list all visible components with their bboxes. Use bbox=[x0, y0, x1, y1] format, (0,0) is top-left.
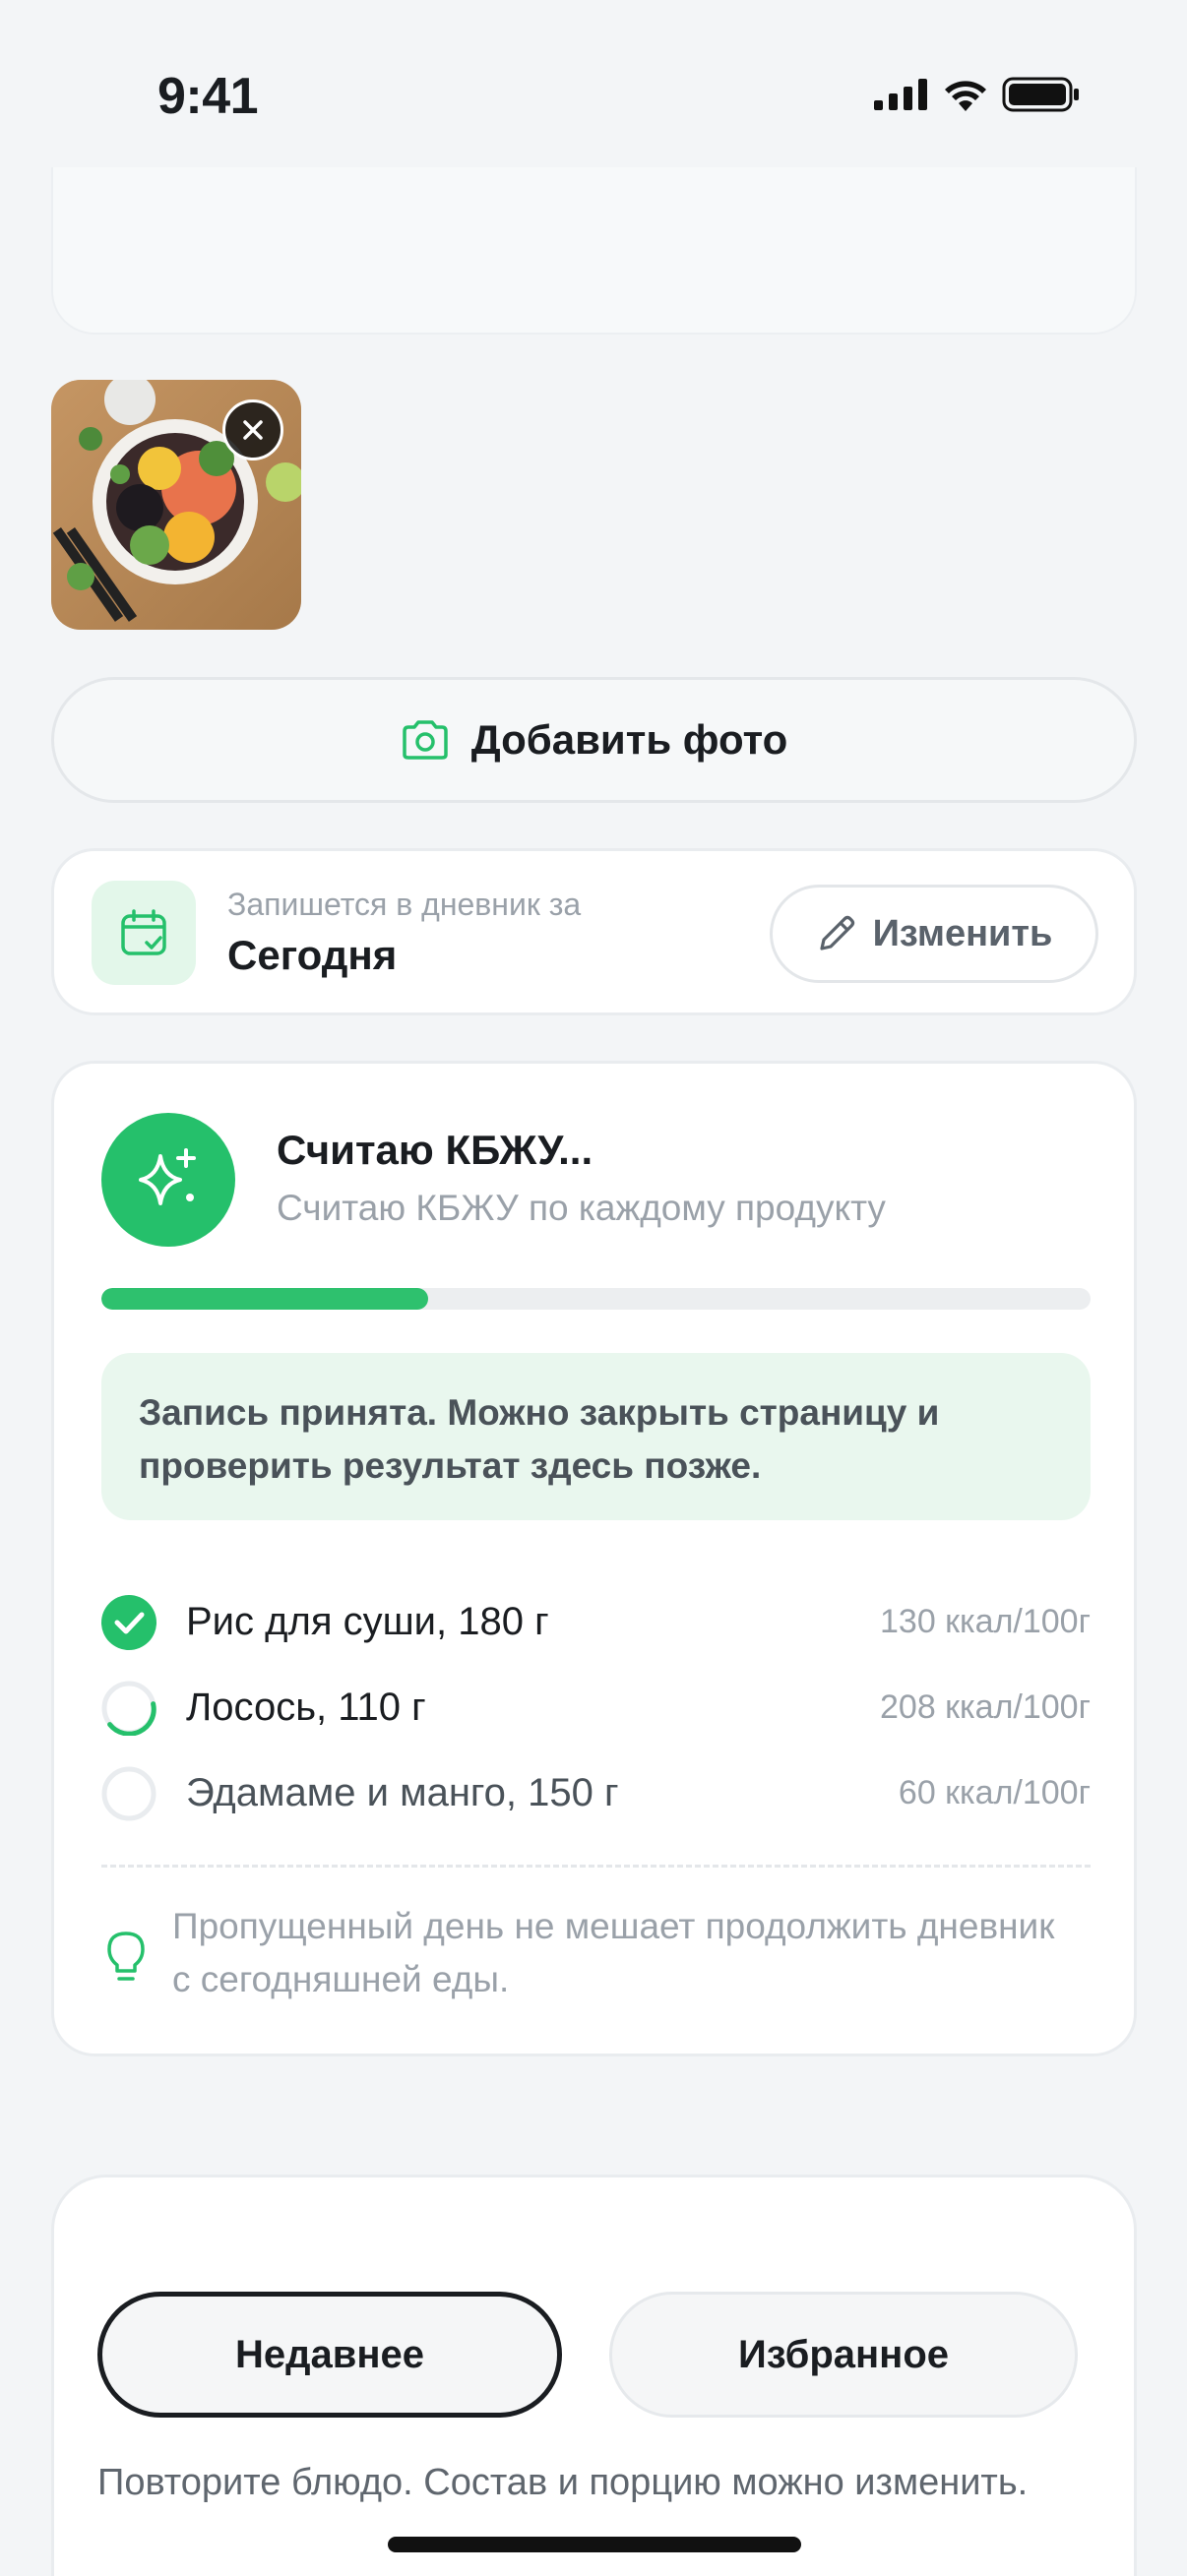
add-photo-button[interactable]: Добавить фото bbox=[51, 677, 1137, 803]
analysis-progress-bar bbox=[101, 1288, 1091, 1310]
status-time: 9:41 bbox=[157, 68, 259, 125]
edit-date-button[interactable]: Изменить bbox=[770, 885, 1098, 983]
ingredient-name: Рис для суши, 180 г bbox=[186, 1600, 549, 1643]
status-icons bbox=[874, 77, 1081, 112]
wifi-icon bbox=[945, 81, 986, 111]
close-icon bbox=[243, 420, 263, 440]
battery-icon bbox=[1002, 77, 1079, 112]
ingredient-name: Лосось, 110 г bbox=[186, 1686, 426, 1729]
repeat-meal-sheet: Недавнее Избранное Повторите блюдо. Сост… bbox=[51, 2175, 1137, 2576]
home-indicator[interactable] bbox=[388, 2537, 801, 2552]
diary-date-card: Запишется в дневник за Сегодня Изменить bbox=[51, 848, 1137, 1015]
edit-date-label: Изменить bbox=[872, 912, 1053, 954]
ingredient-kcal: 60 ккал/100г bbox=[898, 1774, 1091, 1811]
tip-text: Пропущенный день не мешает продолжить дн… bbox=[172, 1906, 1055, 1999]
analysis-title: Считаю КБЖУ... bbox=[277, 1127, 594, 1173]
ingredient-name: Эдамаме и манго, 150 г bbox=[186, 1771, 619, 1814]
check-circle-icon bbox=[101, 1594, 156, 1650]
ingredient-row: Эдамаме и манго, 150 г 60 ккал/100г bbox=[101, 1750, 1091, 1836]
analysis-subtitle: Считаю КБЖУ по каждому продукту bbox=[277, 1188, 886, 1228]
date-caption: Запишется в дневник за bbox=[227, 887, 582, 922]
ingredient-row: Рис для суши, 180 г 130 ккал/100г bbox=[101, 1579, 1091, 1665]
nutrition-analysis-card: Считаю КБЖУ... Считаю КБЖУ по каждому пр… bbox=[51, 1061, 1137, 2056]
tab-favorites[interactable]: Избранное bbox=[609, 2292, 1078, 2418]
tab-recent[interactable]: Недавнее bbox=[97, 2292, 562, 2418]
ingredient-row: Лосось, 110 г 208 ккал/100г bbox=[101, 1665, 1091, 1750]
accepted-notice: Запись принята. Можно закрыть страницу и… bbox=[101, 1353, 1091, 1520]
cellular-signal-icon bbox=[874, 79, 927, 110]
ai-badge bbox=[101, 1113, 235, 1247]
lightbulb-icon bbox=[107, 1932, 145, 1981]
divider bbox=[101, 1865, 1091, 1868]
camera-icon bbox=[402, 720, 448, 760]
ingredient-list: Рис для суши, 180 г 130 ккал/100г Лосось… bbox=[101, 1579, 1091, 1836]
ingredient-kcal: 208 ккал/100г bbox=[880, 1688, 1091, 1726]
pencil-icon bbox=[819, 915, 854, 951]
add-photo-label: Добавить фото bbox=[470, 716, 788, 763]
sparkles-icon bbox=[139, 1148, 196, 1205]
analysis-progress-fill bbox=[101, 1288, 428, 1310]
status-bar: 9:41 bbox=[0, 0, 1187, 167]
date-value: Сегодня bbox=[227, 932, 398, 978]
sheet-description: Повторите блюдо. Состав и порцию можно и… bbox=[97, 2462, 1029, 2503]
loading-spinner-icon bbox=[101, 1681, 156, 1736]
remove-photo-button[interactable] bbox=[222, 399, 283, 460]
ingredient-kcal: 130 ккал/100г bbox=[880, 1603, 1091, 1640]
pending-circle-icon bbox=[101, 1766, 156, 1820]
date-icon-box bbox=[92, 881, 196, 985]
calendar-check-icon bbox=[121, 909, 166, 955]
